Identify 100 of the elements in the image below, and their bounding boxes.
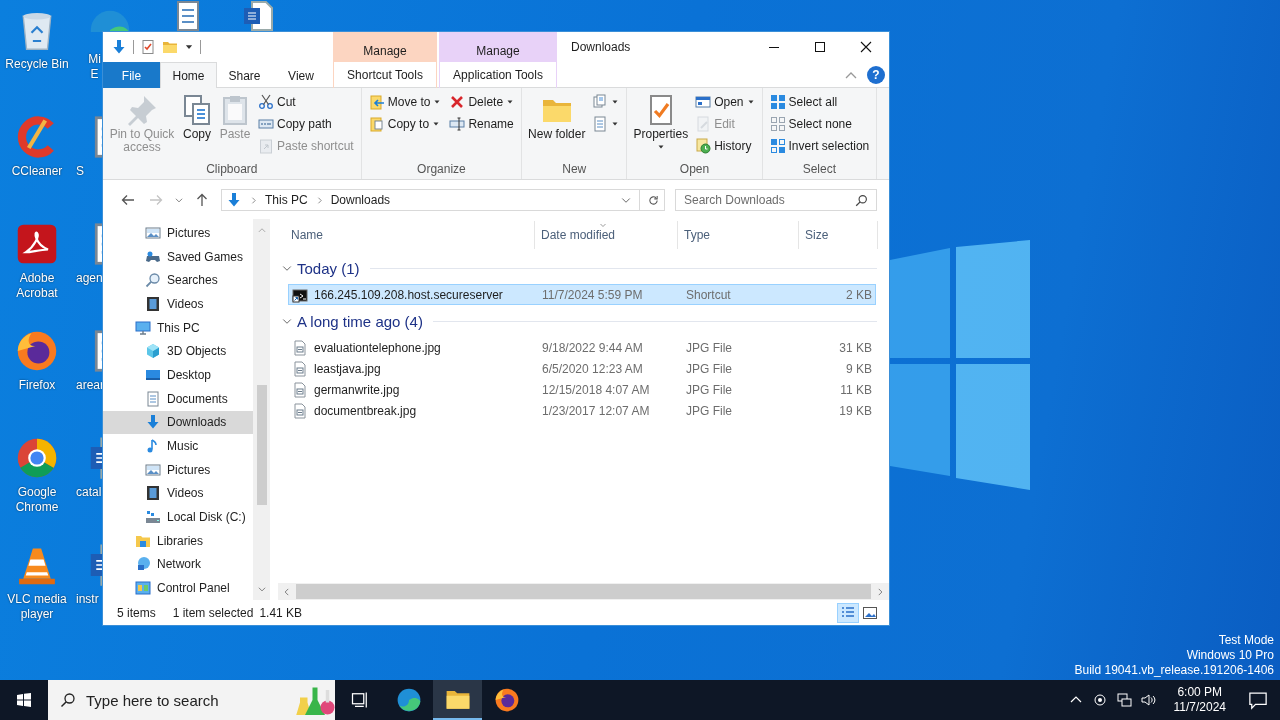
wave-circle-icon [395,687,422,713]
desktop-icon-label[interactable]: CCleaner [1,164,73,179]
desktop-icon-label[interactable]: Adobe Acrobat [1,271,73,301]
nav-item[interactable]: Documents [103,386,253,411]
address-bar[interactable]: This PC Downloads [221,189,665,211]
column-header[interactable]: Type [678,221,799,249]
taskbar-search-field[interactable]: Type here to search [48,680,335,720]
file-row[interactable]: leastjava.jpg 6/5/2020 12:23 AM JPG File 9 KB [288,358,876,379]
desktop-icon-label[interactable]: instr [76,592,99,607]
nav-item[interactable]: This PC [103,315,253,340]
down-arrow-icon[interactable] [111,39,127,55]
type-cell-text: JPG File [685,382,733,397]
ribbon-button[interactable]: Invert selection [766,135,873,157]
browser-circle-icon[interactable] [15,436,59,480]
desktop-icon-label[interactable]: agen [76,271,103,286]
search-input[interactable]: Search Downloads [676,190,855,210]
size-cell-text: 31 KB [838,340,873,355]
ribbon-tab[interactable]: Share [217,62,272,88]
column-header[interactable]: Name [278,221,535,249]
checklist-icon[interactable] [140,39,156,55]
refresh-icon[interactable] [647,193,660,207]
nav-item[interactable]: Downloads [103,410,253,435]
nav-item[interactable]: Searches [103,268,253,293]
drive-icon [145,509,161,526]
ribbon-tab[interactable]: Home [160,62,217,88]
ribbon-button[interactable]: History [692,135,758,157]
terminal-shortcut-icon [292,286,308,303]
nav-item[interactable]: Pictures [103,221,253,245]
ribbon-button[interactable]: Move to [365,91,445,113]
item-count: 5 items [117,605,156,620]
pdf-app-icon[interactable] [15,222,59,266]
desktop-icon-label[interactable]: Mi E [86,52,103,82]
nav-item[interactable]: 3D Objects [103,339,253,364]
film-icon [145,295,161,312]
ribbon-button[interactable]: Copy [179,91,215,144]
dark-search-icon [60,692,76,708]
ribbon-button[interactable]: New folder [526,91,588,144]
nav-item[interactable]: Videos [103,481,253,506]
breadcrumb[interactable]: This PC [265,193,308,207]
desktop-icon-label[interactable]: Firefox [1,378,73,393]
taskbar-clock[interactable]: 6:00 PM 11/7/2024 [1163,685,1236,715]
word-document-icon[interactable] [242,0,274,32]
file-row[interactable]: germanwrite.jpg 12/15/2018 4:07 AM JPG File 11 KB [288,379,876,400]
image-file-icon [292,402,308,419]
desktop-icon-label[interactable]: VLC media player [1,592,73,622]
search-field[interactable]: Search Downloads [675,189,877,211]
pencil-document-icon [695,116,712,132]
desktop-icon-label[interactable]: Recycle Bin [1,57,73,72]
new-item-icon [592,94,609,110]
image-file-icon [292,360,308,377]
document-icon [592,116,609,132]
taskbar-search-input[interactable]: Type here to search [84,690,287,710]
nav-item[interactable]: Network [103,552,253,577]
ribbon-button[interactable]: Cut [255,91,357,113]
scrollbar[interactable] [253,219,270,600]
pin-icon [126,94,158,126]
nav-item[interactable]: Local Disk (C:) [103,505,253,529]
ribbon-button[interactable]: Delete [446,91,518,113]
breadcrumb[interactable]: Downloads [330,193,391,207]
group-title[interactable]: A long time ago (4) [297,312,423,330]
ribbon-button[interactable]: Properties [631,91,691,154]
ribbon-group-label: Organize [416,162,467,178]
selection-count: 1 item selected [172,605,254,620]
help-button[interactable]: ? [867,65,885,84]
ribbon-button[interactable]: Rename [446,113,518,135]
nav-item[interactable]: Control Panel [103,576,253,600]
file-row[interactable]: evaluationtelephone.jpg 9/18/2022 9:44 AM JPG File 31 KB [288,337,876,358]
nav-item[interactable]: Desktop [103,363,253,387]
ribbon-button[interactable]: Select none [766,113,873,135]
nav-item[interactable]: Music [103,434,253,458]
taskbar-app-button[interactable] [433,680,482,720]
desktop-icon-label[interactable]: Google Chrome [1,485,73,515]
ribbon-tab[interactable]: View [272,62,330,88]
network-monitor-icon[interactable] [1115,692,1132,708]
ribbon-button[interactable]: Copy path [255,113,357,135]
fox-globe-icon[interactable] [15,329,59,373]
nav-item[interactable]: Libraries [103,528,253,553]
desktop-icon-label[interactable]: catal [76,485,102,500]
group-title[interactable]: Today (1) [297,259,360,277]
nav-item[interactable]: Videos [103,292,253,316]
desktop-icon-label[interactable]: S [76,164,84,179]
ribbon-button[interactable]: Open [692,91,758,113]
scrollbar[interactable] [278,583,889,600]
speaker-icon[interactable] [1139,692,1156,708]
camera-icon[interactable] [1091,692,1108,708]
ribbon-button[interactable]: Select all [766,91,873,113]
nav-item[interactable]: Saved Games [103,244,253,269]
ribbon-button[interactable]: Copy to [365,113,445,135]
file-row[interactable]: 166.245.109.208.host.secureserver 11/7/2024 5:59 PM Shortcut 2 KB [288,284,876,305]
close-icon [858,39,874,55]
file-row[interactable]: documentbreak.jpg 1/23/2017 12:07 AM JPG File 19 KB [288,400,876,421]
ribbon-tab[interactable]: File [103,62,160,88]
view-button[interactable] [837,602,859,623]
nav-item[interactable]: Pictures [103,457,253,482]
chevron-right-icon [282,586,292,597]
scroll-thumb[interactable] [256,385,267,505]
column-header[interactable]: Size [799,221,878,249]
desktop-icon-label[interactable]: arear [76,378,104,393]
column-header[interactable]: Date modified [535,221,678,249]
size-cell-text: 19 KB [838,403,873,418]
